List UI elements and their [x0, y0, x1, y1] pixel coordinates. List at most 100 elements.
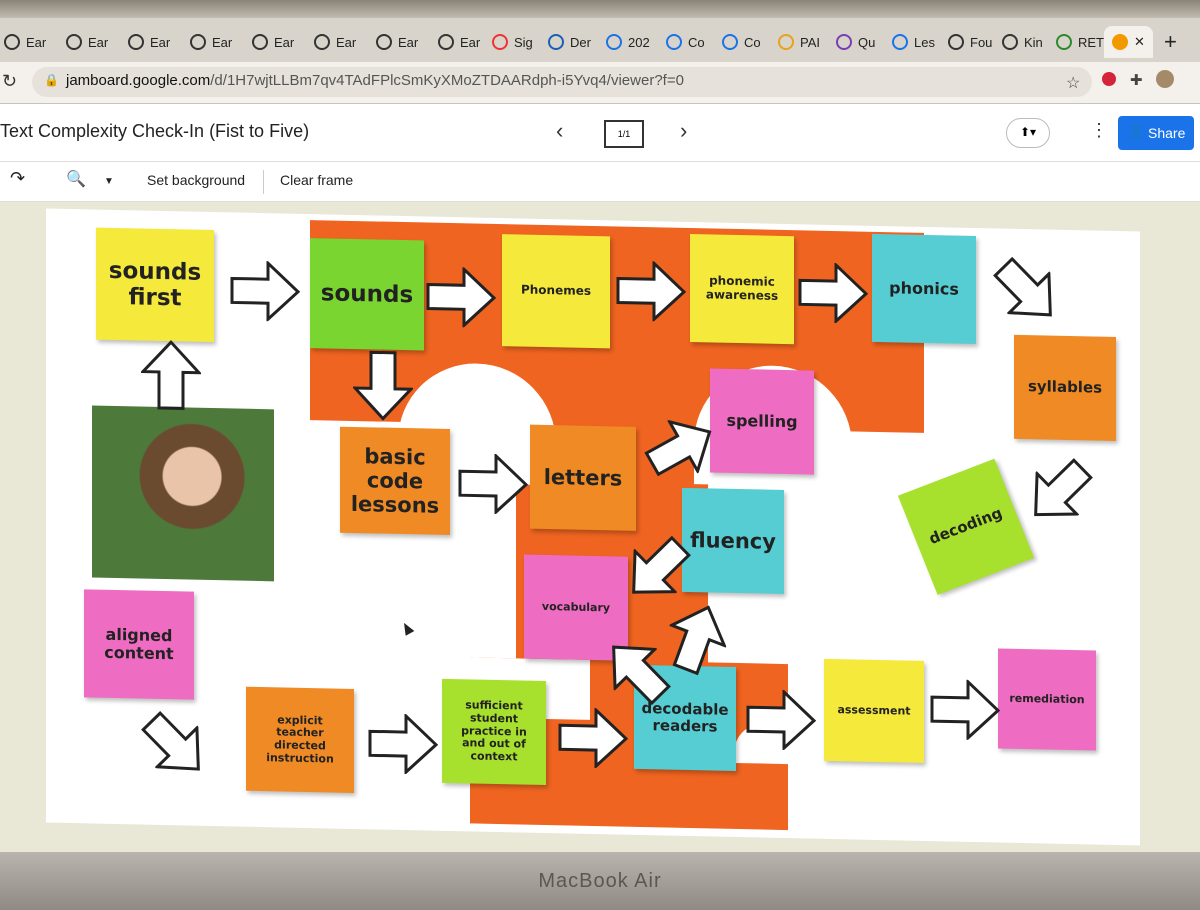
browser-tab[interactable]: Ear: [438, 26, 480, 58]
arrow-right-icon[interactable]: [368, 713, 438, 775]
browser-tab[interactable]: Der: [548, 26, 591, 58]
sticky-note[interactable]: basic code lessons: [340, 426, 450, 536]
arrow-right-icon[interactable]: [746, 689, 816, 751]
close-icon[interactable]: ✕: [1134, 34, 1145, 50]
jamboard-header: Text Complexity Check-In (Fist to Five) …: [0, 104, 1200, 162]
person-icon: 👤: [1128, 124, 1145, 139]
sticky-note[interactable]: sounds first: [96, 227, 214, 343]
frame-bar[interactable]: 1/1: [604, 120, 644, 148]
sticky-note[interactable]: phonics: [872, 233, 976, 345]
tab-icon: [128, 34, 144, 50]
arrow-down-left-icon[interactable]: [1013, 446, 1105, 538]
browser-tab[interactable]: 202: [606, 26, 650, 58]
device-brand: MacBook Air: [538, 870, 662, 892]
sticky-note[interactable]: sufficient student practice in and out o…: [442, 678, 546, 786]
arrow-down-right-icon[interactable]: [129, 699, 221, 791]
tab-icon: [548, 34, 564, 50]
browser-tab[interactable]: Qu: [836, 26, 875, 58]
browser-tab[interactable]: RET: [1056, 26, 1104, 58]
clear-frame-button[interactable]: Clear frame: [280, 172, 353, 188]
extension-icon[interactable]: [1102, 72, 1116, 86]
arrow-right-icon[interactable]: [798, 262, 868, 324]
redo-icon[interactable]: ↷: [10, 168, 25, 189]
mouse-cursor: [399, 620, 415, 636]
browser-tab[interactable]: Les: [892, 26, 935, 58]
arrow-right-icon[interactable]: [616, 260, 686, 322]
tab-icon: [438, 34, 454, 50]
sticky-note[interactable]: letters: [530, 424, 636, 531]
arrow-down-right-icon[interactable]: [981, 245, 1073, 337]
browser-tab[interactable]: Sig: [492, 26, 533, 58]
arrow-up-icon[interactable]: [141, 339, 201, 411]
arrow-right-icon[interactable]: [230, 260, 300, 322]
zoom-icon[interactable]: 🔍: [66, 169, 86, 189]
tab-icon: [836, 34, 852, 50]
browser-tab[interactable]: Ear: [190, 26, 232, 58]
tab-icon: [376, 34, 392, 50]
tab-icon: [892, 34, 908, 50]
browser-tab[interactable]: Co: [722, 26, 761, 58]
workspace: sounds first sounds Phonemes phonemic aw…: [0, 202, 1200, 852]
sticky-note[interactable]: explicit teacher directed instruction: [246, 686, 354, 793]
browser-tab-bar: Ear Ear Ear Ear Ear Ear Ear Ear Sig Der …: [0, 18, 1200, 62]
tab-icon: [1056, 34, 1072, 50]
arrow-right-icon[interactable]: [426, 266, 496, 328]
jamboard-icon: [1112, 34, 1128, 50]
browser-tab[interactable]: Ear: [314, 26, 356, 58]
profile-photo: [92, 405, 274, 582]
arrow-right-icon[interactable]: [558, 707, 628, 769]
browser-tab[interactable]: Fou: [948, 26, 992, 58]
tab-icon: [778, 34, 794, 50]
browser-tab[interactable]: Ear: [252, 26, 294, 58]
browser-tab[interactable]: Ear: [4, 26, 46, 58]
puzzle-icon[interactable]: ✚: [1130, 71, 1143, 89]
star-icon[interactable]: ☆: [1066, 73, 1080, 93]
arrow-right-icon[interactable]: [458, 453, 528, 515]
new-tab-icon[interactable]: +: [1164, 26, 1177, 58]
tab-icon: [190, 34, 206, 50]
set-background-button[interactable]: Set background: [147, 172, 245, 188]
sticky-note[interactable]: spelling: [710, 368, 814, 475]
browser-tab[interactable]: Kin: [1002, 26, 1043, 58]
browser-tab[interactable]: Co: [666, 26, 705, 58]
url-input[interactable]: 🔒 jamboard.google.com/d/1H7wjtLLBm7qv4TA…: [32, 67, 1092, 97]
tab-icon: [948, 34, 964, 50]
tab-icon: [66, 34, 82, 50]
browser-tab[interactable]: Ear: [376, 26, 418, 58]
sticky-note[interactable]: phonemic awareness: [690, 234, 794, 345]
tab-icon: [666, 34, 682, 50]
arrow-down-icon[interactable]: [353, 350, 413, 421]
chevron-right-icon[interactable]: ›: [680, 118, 687, 144]
toolbar-divider: [263, 170, 264, 194]
sticky-note[interactable]: sounds: [310, 238, 424, 351]
page-title[interactable]: Text Complexity Check-In (Fist to Five): [0, 121, 309, 142]
tab-icon: [314, 34, 330, 50]
tab-icon: [252, 34, 268, 50]
tab-icon: [492, 34, 508, 50]
sticky-note[interactable]: remediation: [998, 648, 1096, 751]
sticky-note[interactable]: Phonemes: [502, 234, 610, 349]
browser-tab[interactable]: Ear: [66, 26, 108, 58]
sticky-note[interactable]: syllables: [1014, 334, 1116, 441]
sticky-note[interactable]: fluency: [682, 487, 784, 595]
avatar[interactable]: [1156, 70, 1174, 88]
toolbar: ↷ 🔍 ▼ Set background Clear frame: [0, 162, 1200, 202]
tab-icon: [722, 34, 738, 50]
chevron-left-icon[interactable]: ‹: [556, 118, 563, 144]
browser-tab[interactable]: PAI: [778, 26, 820, 58]
tab-icon: [1002, 34, 1018, 50]
address-bar: ↻ 🔒 jamboard.google.com/d/1H7wjtLLBm7qv4…: [0, 62, 1200, 104]
share-button[interactable]: 👤 Share: [1118, 116, 1194, 150]
arrow-right-icon[interactable]: [930, 679, 1000, 741]
sticky-note[interactable]: aligned content: [84, 589, 194, 700]
tab-icon: [606, 34, 622, 50]
chevron-down-icon[interactable]: ▼: [104, 176, 114, 187]
more-icon[interactable]: ⋮: [1090, 120, 1108, 141]
browser-tab[interactable]: Ear: [128, 26, 170, 58]
sticky-note[interactable]: decoding: [897, 458, 1035, 595]
present-button[interactable]: ⬆▾: [1006, 118, 1050, 148]
refresh-icon[interactable]: ↻: [2, 71, 17, 92]
browser-tab-active[interactable]: ✕: [1104, 26, 1153, 58]
sticky-note[interactable]: assessment: [824, 658, 924, 763]
jamboard-canvas[interactable]: sounds first sounds Phonemes phonemic aw…: [46, 208, 1140, 846]
